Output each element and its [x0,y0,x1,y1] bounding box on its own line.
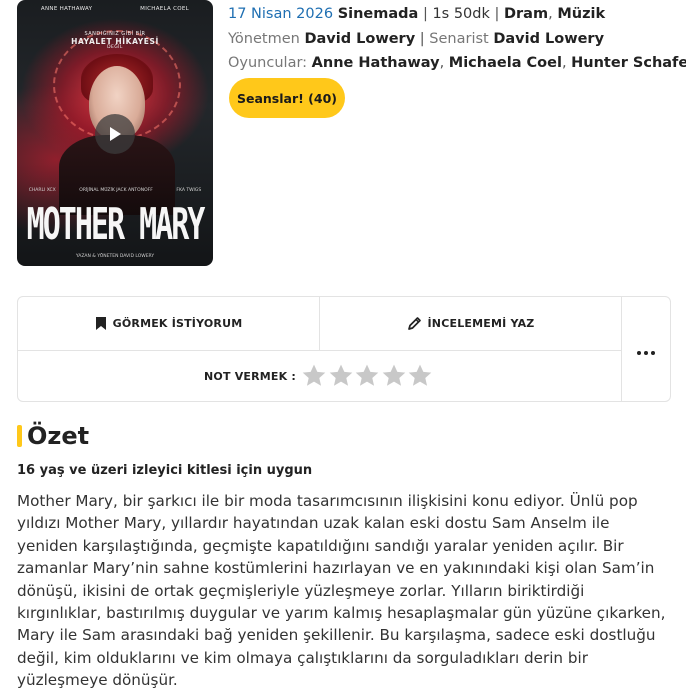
duration: 1s 50dk [432,6,490,22]
poster-credit: ORİJİNAL MÜZİK JACK ANTONOFF [79,188,153,193]
poster-title: MOTHER MARY [26,200,206,251]
star-icon[interactable] [381,363,408,389]
poster-credits-bottom: YAZAN & YÖNETEN DAVID LOWERY [75,254,155,259]
star-icon[interactable] [328,363,355,389]
star-icon[interactable] [354,363,381,389]
more-options-button[interactable] [622,297,670,401]
action-panel: GÖRMEK İSTİYORUM İNCELEMEMİ YAZ NOT VERM… [17,296,671,402]
release-date[interactable]: 17 Nisan 2026 [228,6,333,22]
write-review-button[interactable]: İNCELEMEMİ YAZ [320,297,621,350]
star-icon[interactable] [407,363,434,389]
cast-row: Oyuncular: Anne Hathaway, Michaela Coel,… [228,53,686,78]
ellipsis-icon [636,340,657,359]
cast-link[interactable]: Anne Hathaway [312,55,440,71]
cast-link[interactable]: Michaela Coel [449,55,562,71]
poster-tagline-line: DEĞİL [107,44,123,50]
poster-credits-mid: CHARLI XCX ORİJİNAL MÜZİK JACK ANTONOFF … [17,188,213,193]
cast-link[interactable]: Hunter Schafer [571,55,686,71]
poster-cast-top: ANNE HATHAWAY MICHAELA COEL [17,6,213,12]
poster-cast-name: MICHAELA COEL [140,6,190,12]
poster-cast-name: ANNE HATHAWAY [40,6,93,12]
release-venue: Sinemada [337,6,419,22]
rating-label: NOT VERMEK : [204,369,297,383]
crew-row: Yönetmen David Lowery | Senarist David L… [228,30,605,47]
star-rating[interactable] [301,363,434,389]
cast-label: Oyuncular: [228,55,308,71]
genre-link[interactable]: Müzik [557,6,605,22]
pencil-icon [407,316,422,331]
play-icon [110,127,121,141]
director-label: Yönetmen [228,30,300,47]
movie-info: 17 Nisan 2026 Sinemada | 1s 50dk | Dram,… [228,4,686,78]
bookmark-icon [95,316,107,331]
showtimes-button[interactable]: Seanslar! (40) [229,78,345,118]
summary-header: Özet [17,422,89,450]
want-to-watch-label: GÖRMEK İSTİYORUM [112,317,243,330]
age-rating-note: 16 yaş ve üzeri izleyici kitlesi için uy… [17,463,313,478]
summary-title: Özet [27,422,90,450]
poster-credit: FKA TWIGS [176,188,202,193]
trailer-play-button[interactable] [95,114,135,154]
director-link[interactable]: David Lowery [304,31,415,47]
rating-row: NOT VERMEK : [18,351,621,401]
writer-label: Senarist [429,30,489,47]
writer-link[interactable]: David Lowery [493,31,604,47]
accent-bar [17,425,22,447]
want-to-watch-button[interactable]: GÖRMEK İSTİYORUM [18,297,319,350]
movie-poster[interactable]: ANNE HATHAWAY MICHAELA COEL SANDIĞINIZ G… [17,0,213,266]
genre-link[interactable]: Dram [504,6,548,22]
star-icon[interactable] [301,363,328,389]
release-info-row: 17 Nisan 2026 Sinemada | 1s 50dk | Dram,… [228,6,606,22]
write-review-label: İNCELEMEMİ YAZ [427,317,535,330]
poster-credit: CHARLI XCX [28,188,56,193]
synopsis-text: Mother Mary, bir şarkıcı ile bir moda ta… [17,492,666,690]
poster-tagline: SANDIĞINIZ GİBİ BİR HAYALET HİKAYESİ DEĞ… [17,31,213,51]
